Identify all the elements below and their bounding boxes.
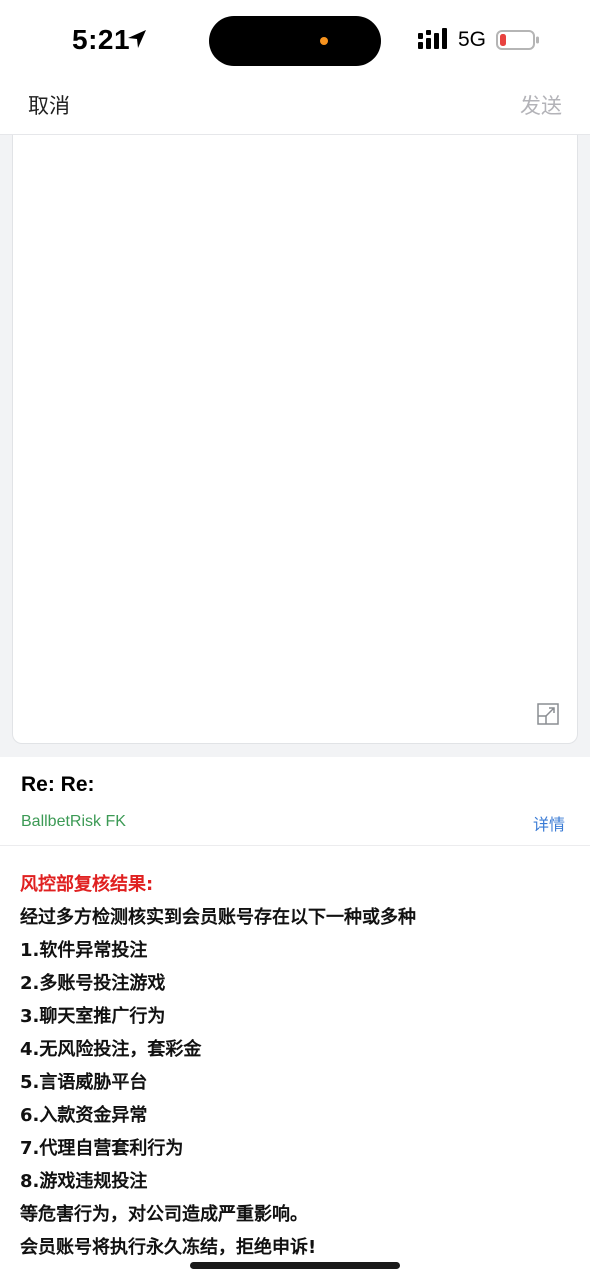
body-line: 6.入款资金异常 [20, 1105, 148, 1126]
body-heading: 风控部复核结果: [20, 874, 154, 895]
location-arrow-icon [128, 30, 146, 48]
compose-editor-area [0, 135, 590, 757]
quoted-subject: Re: Re: [21, 773, 95, 796]
dynamic-island [209, 16, 381, 66]
quoted-mail-header: Re: Re: BallbetRisk FK 详情 [0, 757, 590, 846]
body-line: 会员账号将执行永久冻结，拒绝申诉! [20, 1237, 317, 1258]
compose-nav-bar: 取消 发送 [0, 80, 590, 135]
status-bar: 5:21 5G [0, 0, 590, 80]
body-line: 3.聊天室推广行为 [20, 1006, 166, 1027]
body-line: 4.无风险投注，套彩金 [20, 1039, 202, 1060]
body-line: 2.多账号投注游戏 [20, 973, 166, 994]
status-time: 5:21 [72, 24, 131, 55]
body-line: 7.代理自营套利行为 [20, 1138, 184, 1159]
body-line: 等危害行为，对公司造成严重影响。 [20, 1204, 308, 1225]
body-line: 5.言语威胁平台 [20, 1072, 148, 1093]
body-line: 1.软件异常投注 [20, 940, 148, 961]
details-link[interactable]: 详情 [533, 811, 565, 835]
body-line: 8.游戏违规投注 [20, 1171, 148, 1192]
cancel-button[interactable]: 取消 [28, 90, 70, 120]
privacy-indicator-dot [320, 37, 328, 45]
cellular-signal-icon [418, 28, 447, 49]
home-indicator[interactable] [190, 1262, 400, 1269]
network-type-label: 5G [458, 28, 487, 51]
body-line: 经过多方检测核实到会员账号存在以下一种或多种 [20, 907, 416, 928]
quoted-sender[interactable]: BallbetRisk FK [21, 813, 126, 831]
send-button[interactable]: 发送 [520, 90, 562, 120]
message-editor[interactable] [12, 135, 578, 744]
battery-icon [496, 30, 539, 50]
quoted-mail-body: 风控部复核结果: 经过多方检测核实到会员账号存在以下一种或多种 1.软件异常投注… [20, 868, 570, 1264]
expand-icon[interactable] [537, 703, 559, 725]
